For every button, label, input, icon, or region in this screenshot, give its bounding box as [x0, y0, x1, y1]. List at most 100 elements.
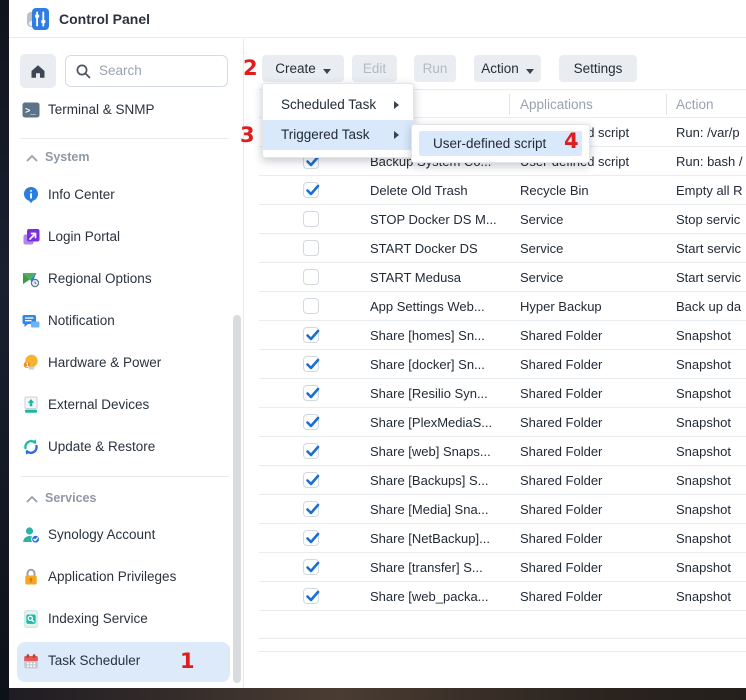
row-checkbox[interactable]	[303, 559, 319, 575]
home-button[interactable]	[20, 54, 56, 88]
row-checkbox[interactable]	[303, 472, 319, 488]
application-cell: Service	[520, 263, 563, 292]
sidebar-item-info-center[interactable]: Info Center	[9, 181, 241, 209]
caret-down-icon	[526, 69, 534, 74]
row-checkbox[interactable]	[303, 414, 319, 430]
window-title: Control Panel	[59, 0, 150, 38]
sidebar-item-synology-account[interactable]: Synology Account	[9, 521, 241, 549]
table-row[interactable]: App Settings Web... Hyper Backup Back up…	[259, 292, 746, 321]
task-name-cell: START Medusa	[370, 263, 461, 292]
section-system[interactable]: System	[9, 146, 241, 168]
run-button[interactable]: Run	[414, 55, 456, 82]
row-checkbox[interactable]	[303, 356, 319, 372]
submenu-arrow-icon	[394, 101, 399, 109]
application-cell: Shared Folder	[520, 408, 602, 437]
task-name-cell: App Settings Web...	[370, 292, 485, 321]
info-icon	[22, 186, 40, 204]
menu-item-user-defined-script[interactable]: User-defined script	[419, 131, 582, 156]
divider	[258, 638, 746, 639]
sidebar-item-terminal-snmp[interactable]: >_ Terminal & SNMP	[9, 96, 241, 124]
row-checkbox[interactable]	[303, 240, 319, 256]
search-icon	[75, 63, 92, 80]
notification-icon	[22, 312, 40, 330]
update-restore-icon	[22, 438, 40, 456]
task-name-cell: Delete Old Trash	[370, 176, 468, 205]
task-name-cell: Share [NetBackup]...	[370, 524, 490, 553]
sidebar-item-indexing-service[interactable]: Indexing Service	[9, 605, 241, 633]
row-checkbox[interactable]	[303, 269, 319, 285]
action-cell: Snapshot	[676, 437, 731, 466]
menu-item-scheduled-task[interactable]: Scheduled Task	[263, 90, 413, 120]
external-devices-icon	[22, 396, 40, 414]
create-menu: Scheduled Task Triggered Task	[262, 83, 414, 158]
login-portal-icon	[22, 228, 40, 246]
table-row[interactable]: Share [transfer] S... Shared Folder Snap…	[259, 553, 746, 582]
row-checkbox[interactable]	[303, 501, 319, 517]
application-cell: Shared Folder	[520, 350, 602, 379]
titlebar: Control Panel	[9, 0, 746, 38]
action-cell: Snapshot	[676, 495, 731, 524]
annotation-4: 4	[564, 130, 579, 152]
create-button[interactable]: Create	[262, 55, 344, 82]
action-cell: Snapshot	[676, 524, 731, 553]
sidebar-item-notification[interactable]: Notification	[9, 307, 241, 335]
application-cell: Shared Folder	[520, 437, 602, 466]
table-row[interactable]: Share [Media] Sna... Shared Folder Snaps…	[259, 495, 746, 524]
task-name-cell: Share [Resilio Syn...	[370, 379, 488, 408]
table-row[interactable]: Share [NetBackup]... Shared Folder Snaps…	[259, 524, 746, 553]
section-services[interactable]: Services	[9, 487, 241, 509]
row-checkbox[interactable]	[303, 298, 319, 314]
action-cell: Snapshot	[676, 582, 731, 611]
sidebar-item-update-restore[interactable]: Update & Restore	[9, 433, 241, 461]
application-cell: Service	[520, 234, 563, 263]
action-button[interactable]: Action	[474, 55, 541, 82]
table-row[interactable]: Share [PlexMediaS... Shared Folder Snaps…	[259, 408, 746, 437]
sidebar-item-application-privileges[interactable]: Application Privileges	[9, 563, 241, 591]
action-cell: Snapshot	[676, 350, 731, 379]
row-checkbox[interactable]	[303, 211, 319, 227]
header-action[interactable]: Action	[676, 90, 714, 119]
row-checkbox[interactable]	[303, 443, 319, 459]
application-cell: Shared Folder	[520, 321, 602, 350]
table-row[interactable]: Share [homes] Sn... Shared Folder Snapsh…	[259, 321, 746, 350]
edit-button[interactable]: Edit	[352, 55, 397, 82]
table-row[interactable]: Share [web] Snaps... Shared Folder Snaps…	[259, 437, 746, 466]
indexing-icon	[22, 610, 40, 628]
task-name-cell: Share [web_packa...	[370, 582, 489, 611]
application-cell: Shared Folder	[520, 466, 602, 495]
action-cell: Back up da	[676, 292, 741, 321]
table-row[interactable]: Delete Old Trash Recycle Bin Empty all R	[259, 176, 746, 205]
table-row[interactable]: Share [docker] Sn... Shared Folder Snaps…	[259, 350, 746, 379]
menu-item-triggered-task[interactable]: Triggered Task	[263, 120, 413, 150]
sidebar-item-login-portal[interactable]: Login Portal	[9, 223, 241, 251]
calendar-icon	[22, 652, 40, 670]
table-row[interactable]: Share [Backups] S... Shared Folder Snaps…	[259, 466, 746, 495]
row-checkbox[interactable]	[303, 327, 319, 343]
sidebar-item-external-devices[interactable]: External Devices	[9, 391, 241, 419]
sidebar-item-hardware-power[interactable]: 1 Hardware & Power	[9, 349, 241, 377]
sidebar-item-task-scheduler[interactable]: Task Scheduler	[9, 647, 241, 675]
table-row[interactable]: STOP Docker DS M... Service Stop servic	[259, 205, 746, 234]
action-cell: Snapshot	[676, 379, 731, 408]
settings-button[interactable]: Settings	[559, 55, 637, 82]
action-cell: Run: bash /	[676, 147, 743, 176]
table-row[interactable]: START Medusa Service Start servic	[259, 263, 746, 292]
sidebar-item-regional-options[interactable]: Regional Options	[9, 265, 241, 293]
action-cell: Snapshot	[676, 553, 731, 582]
terminal-icon: >_	[22, 101, 40, 119]
table-row[interactable]: Share [web_packa... Shared Folder Snapsh…	[259, 582, 746, 611]
application-cell: Shared Folder	[520, 524, 602, 553]
search-input[interactable]: Search	[65, 55, 228, 87]
row-checkbox[interactable]	[303, 588, 319, 604]
application-cell: Shared Folder	[520, 553, 602, 582]
header-applications[interactable]: Applications	[520, 90, 593, 119]
table-row[interactable]: START Docker DS Service Start servic	[259, 234, 746, 263]
row-checkbox[interactable]	[303, 385, 319, 401]
row-checkbox[interactable]	[303, 182, 319, 198]
column-separator	[509, 94, 510, 115]
task-name-cell: STOP Docker DS M...	[370, 205, 497, 234]
table-row[interactable]: Share [Resilio Syn... Shared Folder Snap…	[259, 379, 746, 408]
row-checkbox[interactable]	[303, 530, 319, 546]
sidebar-scrollbar[interactable]	[233, 315, 241, 683]
desktop-background	[0, 0, 9, 700]
